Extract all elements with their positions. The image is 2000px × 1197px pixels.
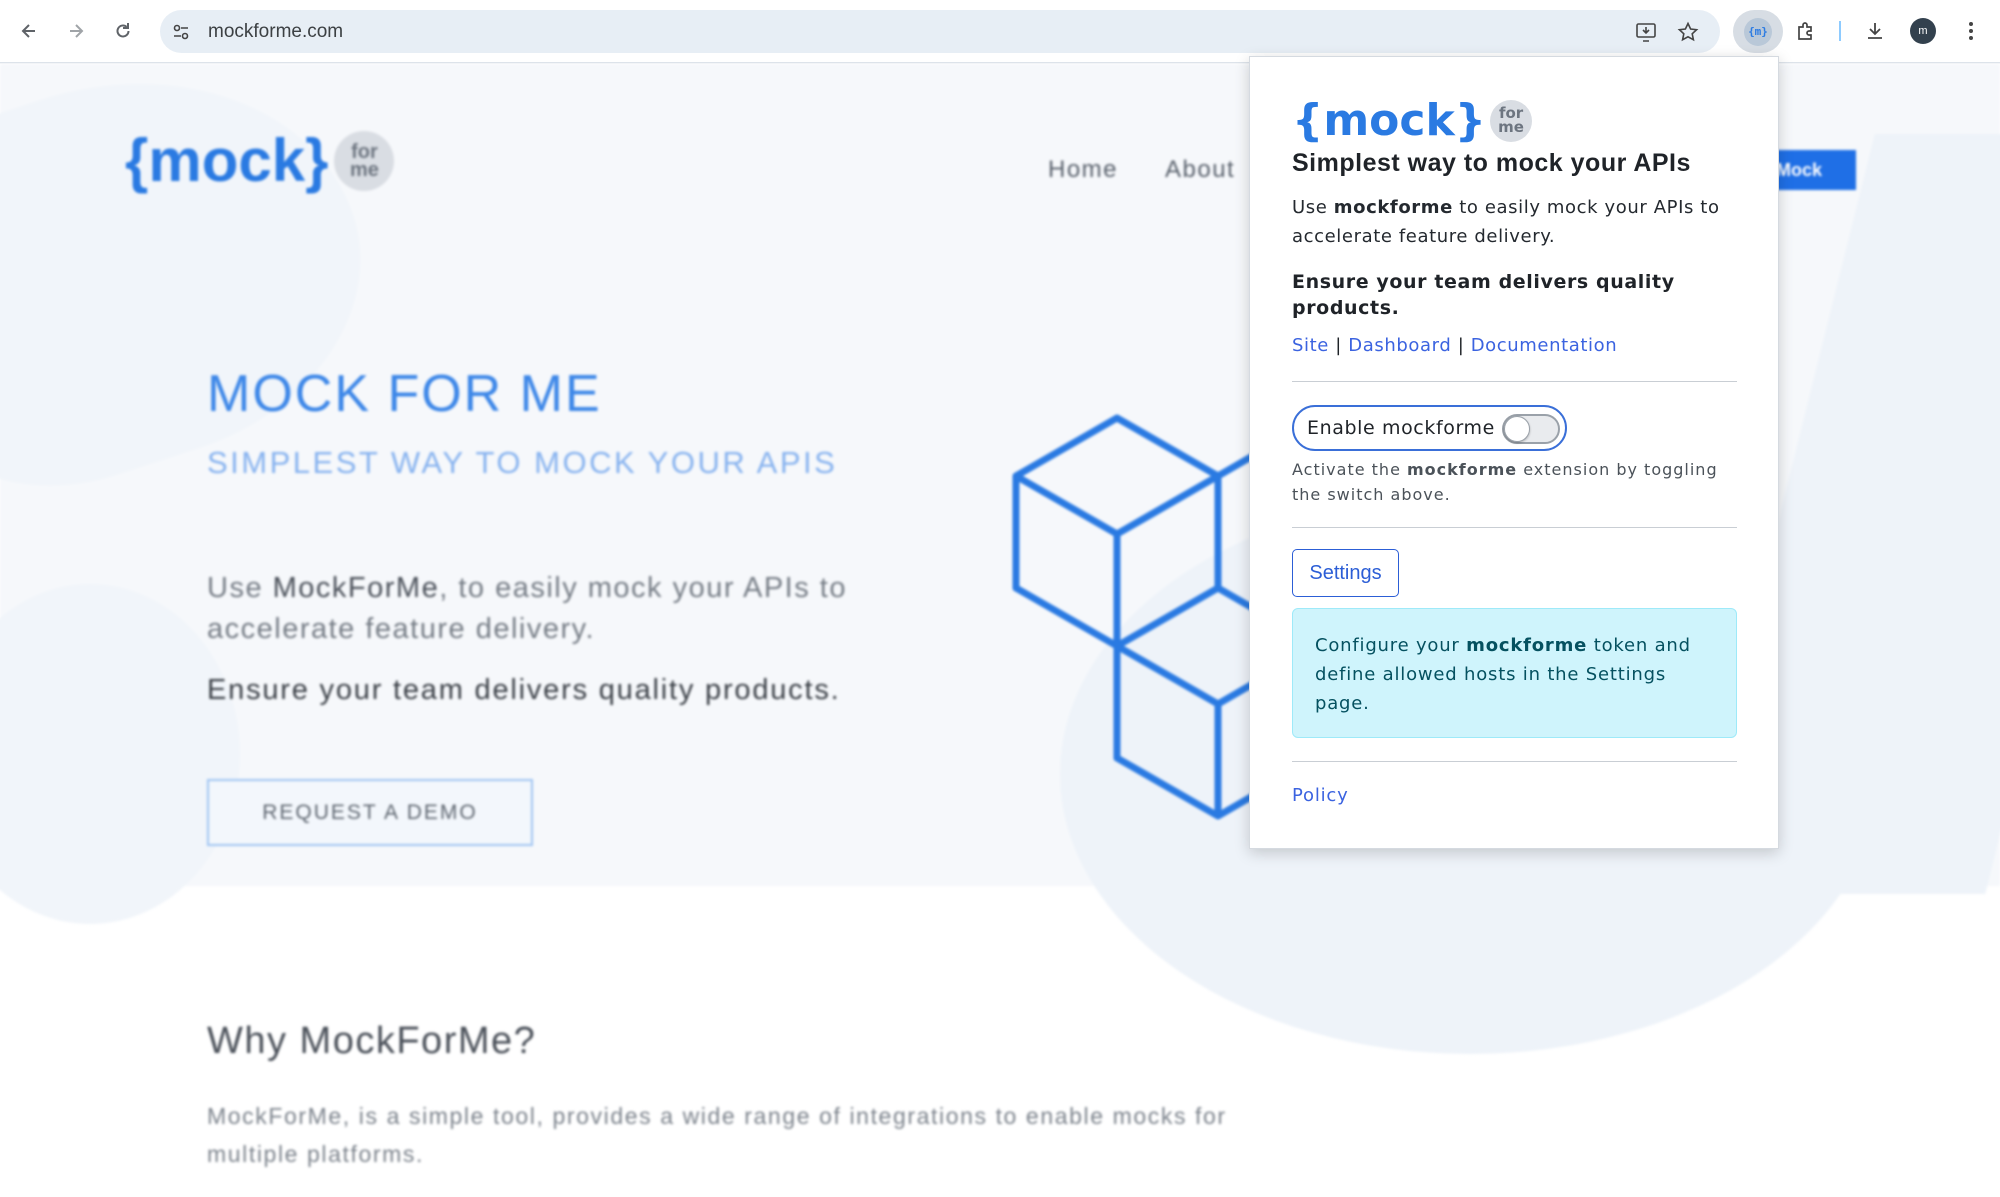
link-separator: | (1335, 335, 1342, 356)
request-demo-button[interactable]: REQUEST A DEMO (207, 779, 533, 846)
mockforme-extension-icon: {m} (1744, 17, 1772, 46)
back-icon (21, 24, 35, 38)
link-separator: | (1457, 335, 1465, 356)
popup-title: Simplest way to mock your APIs (1292, 149, 1691, 177)
download-button[interactable] (1858, 14, 1892, 48)
hero-subtitle: SIMPLEST WAY TO MOCK YOUR APIS (207, 445, 838, 480)
nav-about[interactable]: About (1165, 156, 1235, 184)
popup-quality-statement: Ensure your team delivers quality produc… (1292, 271, 1675, 319)
divider (1292, 527, 1737, 528)
toggle-label: Enable mockforme (1307, 417, 1495, 439)
install-app-icon[interactable] (1633, 19, 1659, 45)
popup-logo: {mock} for me (1292, 95, 1533, 146)
hero-description: Use MockForMe, to easily mock your APIs … (207, 572, 847, 645)
divider (1292, 761, 1737, 762)
address-bar[interactable]: mockforme.com (160, 10, 1720, 53)
mockforme-extension-button[interactable]: {m} (1733, 10, 1783, 53)
nav-home[interactable]: Home (1048, 156, 1118, 184)
mockforme-extension-popup: {mock} for me Simplest way to mock your … (1249, 56, 1779, 849)
toggle-knob (1504, 416, 1530, 442)
extensions-button[interactable] (1789, 14, 1823, 48)
documentation-link[interactable]: Documentation (1471, 335, 1618, 356)
popup-description: Use mockforme to easily mock your APIs t… (1292, 197, 1720, 247)
back-button[interactable] (12, 14, 46, 48)
site-info-icon[interactable] (168, 19, 194, 45)
logo-for-badge: for me (334, 130, 395, 191)
reload-button[interactable] (106, 14, 140, 48)
download-icon (1868, 23, 1882, 39)
popup-logo-for-badge: for me (1490, 99, 1533, 142)
avatar: m (1910, 18, 1936, 44)
cubes-illustration (1012, 414, 1270, 820)
toggle-switch[interactable] (1502, 414, 1560, 444)
profile-button[interactable]: m (1906, 14, 1940, 48)
policy-link[interactable]: Policy (1292, 785, 1349, 806)
extensions-icon (1798, 22, 1812, 40)
toolbar-separator (1839, 21, 1841, 41)
toggle-help-text: Activate the mockforme extension by togg… (1292, 460, 1718, 504)
hero-quality-statement: Ensure your team delivers quality produc… (207, 674, 841, 706)
popup-links: Site | Dashboard | Documentation (1292, 335, 1617, 356)
reload-icon (116, 23, 130, 38)
enable-mockforme-toggle[interactable]: Enable mockforme (1292, 405, 1567, 451)
star-icon[interactable] (1675, 19, 1701, 45)
settings-info-alert: Configure your mockforme token and defin… (1292, 608, 1737, 738)
hero-title: MOCK FOR ME (207, 365, 602, 423)
divider (1292, 381, 1737, 382)
browser-menu-button[interactable] (1954, 14, 1988, 48)
why-title: Why MockForMe? (207, 1020, 537, 1062)
forward-icon (70, 24, 84, 38)
browser-toolbar: mockforme.com {m} m (0, 0, 2000, 63)
why-description: MockForMe, is a simple tool, provides a … (207, 1103, 1227, 1167)
dashboard-link[interactable]: Dashboard (1348, 335, 1451, 356)
url-text[interactable]: mockforme.com (208, 21, 343, 43)
settings-button[interactable]: Settings (1292, 549, 1399, 597)
site-link[interactable]: Site (1292, 335, 1329, 356)
site-logo[interactable]: {mock} for me (125, 126, 395, 195)
kebab-menu-icon (1969, 22, 1973, 40)
forward-button[interactable] (59, 14, 93, 48)
